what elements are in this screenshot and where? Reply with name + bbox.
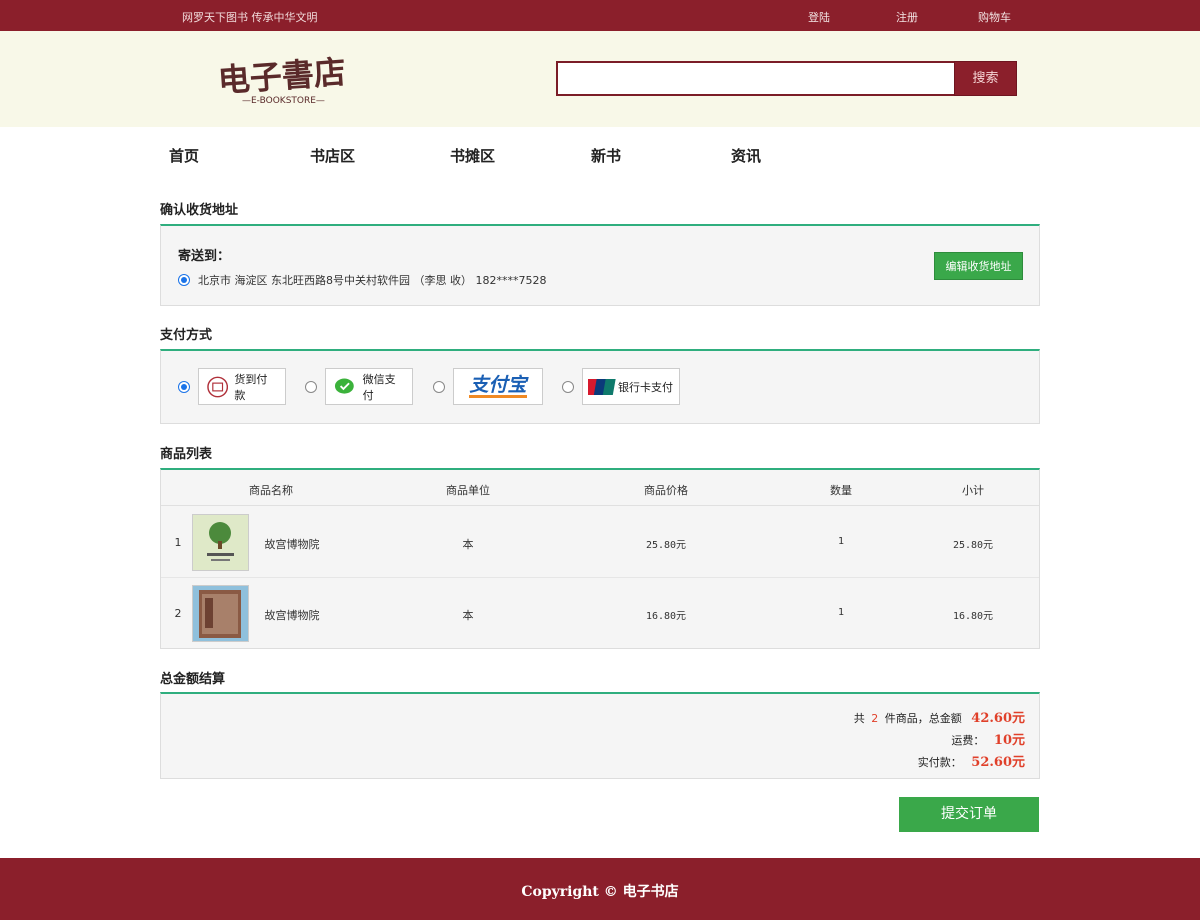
main-nav: 首页 书店区 书摊区 新书 资讯 xyxy=(160,127,1040,177)
product-qty: 1 xyxy=(837,536,845,547)
col-header-qty: 数量 xyxy=(830,484,852,497)
copyright-text: Copyright © 电子书店 xyxy=(521,884,679,900)
site-slogan: 网罗天下图书 传承中华文明 xyxy=(182,11,318,24)
count-prefix: 共 xyxy=(853,712,865,725)
footer: Copyright © 电子书店 xyxy=(0,858,1200,920)
nav-item-news[interactable]: 资讯 xyxy=(731,145,761,166)
nav-item-bookstall[interactable]: 书摊区 xyxy=(450,145,495,166)
address-section-title: 确认收货地址 xyxy=(160,203,239,218)
address-radio[interactable] xyxy=(178,274,190,286)
edit-address-button[interactable]: 编辑收货地址 xyxy=(934,252,1023,280)
search-input[interactable] xyxy=(556,61,954,96)
cod-card[interactable]: 货到付款 xyxy=(198,368,286,405)
wechat-card[interactable]: 微信支付 xyxy=(325,368,413,405)
submit-order-button[interactable]: 提交订单 xyxy=(899,797,1039,832)
payment-box: 货到付款 微信支付 支付宝 银行卡支付 xyxy=(160,349,1040,424)
summary-total-line: 共 2 件商品，总金额 42.60元 xyxy=(854,707,1025,726)
search-button[interactable]: 搜索 xyxy=(954,61,1017,96)
table-row: 2 故宫博物院 本 16.80元 1 16.80元 xyxy=(161,578,1039,649)
address-box: 寄送到： 北京市 海淀区 东北旺西路8号中关村软件园 （李思 收） 182***… xyxy=(160,224,1040,306)
payment-radio-wechat[interactable] xyxy=(305,380,317,393)
address-text: 北京市 海淀区 东北旺西路8号中关村软件园 （李思 收） 182****7528 xyxy=(198,274,547,287)
alipay-logo: 支付宝 xyxy=(469,374,527,398)
bankcard-label: 银行卡支付 xyxy=(618,380,673,394)
logo-subtext: —E-BOOKSTORE— xyxy=(242,96,325,106)
product-price: 16.80元 xyxy=(645,611,687,622)
shipping-label: 运费： xyxy=(951,734,985,747)
payment-section-title: 支付方式 xyxy=(160,328,213,343)
col-header-subtotal: 小计 xyxy=(962,484,984,497)
summary-pay-line: 实付款： 52.60元 xyxy=(918,751,1025,770)
col-header-name: 商品名称 xyxy=(249,484,293,497)
book-cover-image[interactable] xyxy=(192,585,249,642)
payment-radio-cod[interactable] xyxy=(178,380,190,393)
payment-radio-alipay[interactable] xyxy=(433,380,445,393)
product-price: 25.80元 xyxy=(645,540,687,551)
product-unit: 本 xyxy=(462,609,474,622)
payment-option-bankcard[interactable]: 银行卡支付 xyxy=(562,368,680,405)
payment-option-wechat[interactable]: 微信支付 xyxy=(305,368,413,405)
product-subtotal: 16.80元 xyxy=(952,611,994,622)
row-index: 1 xyxy=(174,536,182,549)
site-logo[interactable]: 电子書店 —E-BOOKSTORE— xyxy=(216,49,358,109)
pay-amount: 52.60元 xyxy=(971,755,1025,770)
products-section-title: 商品列表 xyxy=(160,447,213,462)
book-cover-image[interactable] xyxy=(192,514,249,571)
address-option[interactable]: 北京市 海淀区 东北旺西路8号中关村软件园 （李思 收） 182****7528 xyxy=(178,272,546,288)
nav-item-home[interactable]: 首页 xyxy=(169,145,199,166)
col-header-price: 商品价格 xyxy=(644,484,688,497)
alipay-card[interactable]: 支付宝 xyxy=(453,368,543,405)
product-qty: 1 xyxy=(837,607,845,618)
product-subtotal: 25.80元 xyxy=(952,540,994,551)
cart-link[interactable]: 购物车 xyxy=(978,9,1011,25)
table-header: 商品名称 商品单位 商品价格 数量 小计 xyxy=(161,470,1039,506)
row-index: 2 xyxy=(174,607,182,620)
ship-to-label: 寄送到： xyxy=(178,249,231,264)
shipping-amount: 10元 xyxy=(993,733,1025,748)
nav-item-new-books[interactable]: 新书 xyxy=(591,145,621,166)
count-suffix: 件商品，总金额 xyxy=(884,712,962,725)
summary-box: 共 2 件商品，总金额 42.60元 运费： 10元 实付款： 52.60元 xyxy=(160,692,1040,779)
login-link[interactable]: 登陆 xyxy=(808,9,830,25)
total-amount: 42.60元 xyxy=(971,711,1025,726)
summary-section-title: 总金额结算 xyxy=(160,672,226,687)
unionpay-icon xyxy=(588,378,616,395)
wechat-label: 微信支付 xyxy=(362,372,396,402)
product-name[interactable]: 故宫博物院 xyxy=(265,607,320,623)
payment-option-cod[interactable]: 货到付款 xyxy=(178,368,286,405)
cod-label: 货到付款 xyxy=(234,372,268,402)
col-header-unit: 商品单位 xyxy=(446,484,490,497)
payment-option-alipay[interactable]: 支付宝 xyxy=(433,368,543,405)
product-unit: 本 xyxy=(462,538,474,551)
payment-radio-bankcard[interactable] xyxy=(562,380,574,393)
products-table: 商品名称 商品单位 商品价格 数量 小计 1 故宫博物院 本 25.80元 1 … xyxy=(160,468,1040,649)
product-name[interactable]: 故宫博物院 xyxy=(265,536,320,552)
nav-item-bookstore[interactable]: 书店区 xyxy=(310,145,355,166)
logo-text: 电子書店 xyxy=(217,53,347,100)
table-row: 1 故宫博物院 本 25.80元 1 25.80元 xyxy=(161,507,1039,578)
bankcard-card[interactable]: 银行卡支付 xyxy=(582,368,680,405)
summary-shipping-line: 运费： 10元 xyxy=(951,729,1025,748)
item-count: 2 xyxy=(871,712,879,725)
header: 电子書店 —E-BOOKSTORE— 搜索 xyxy=(0,31,1200,127)
register-link[interactable]: 注册 xyxy=(896,9,918,25)
cod-icon xyxy=(207,376,229,397)
pay-label: 实付款： xyxy=(917,756,962,769)
top-bar: 网罗天下图书 传承中华文明 登陆 注册 购物车 xyxy=(0,0,1200,31)
wechat-icon xyxy=(334,378,354,394)
